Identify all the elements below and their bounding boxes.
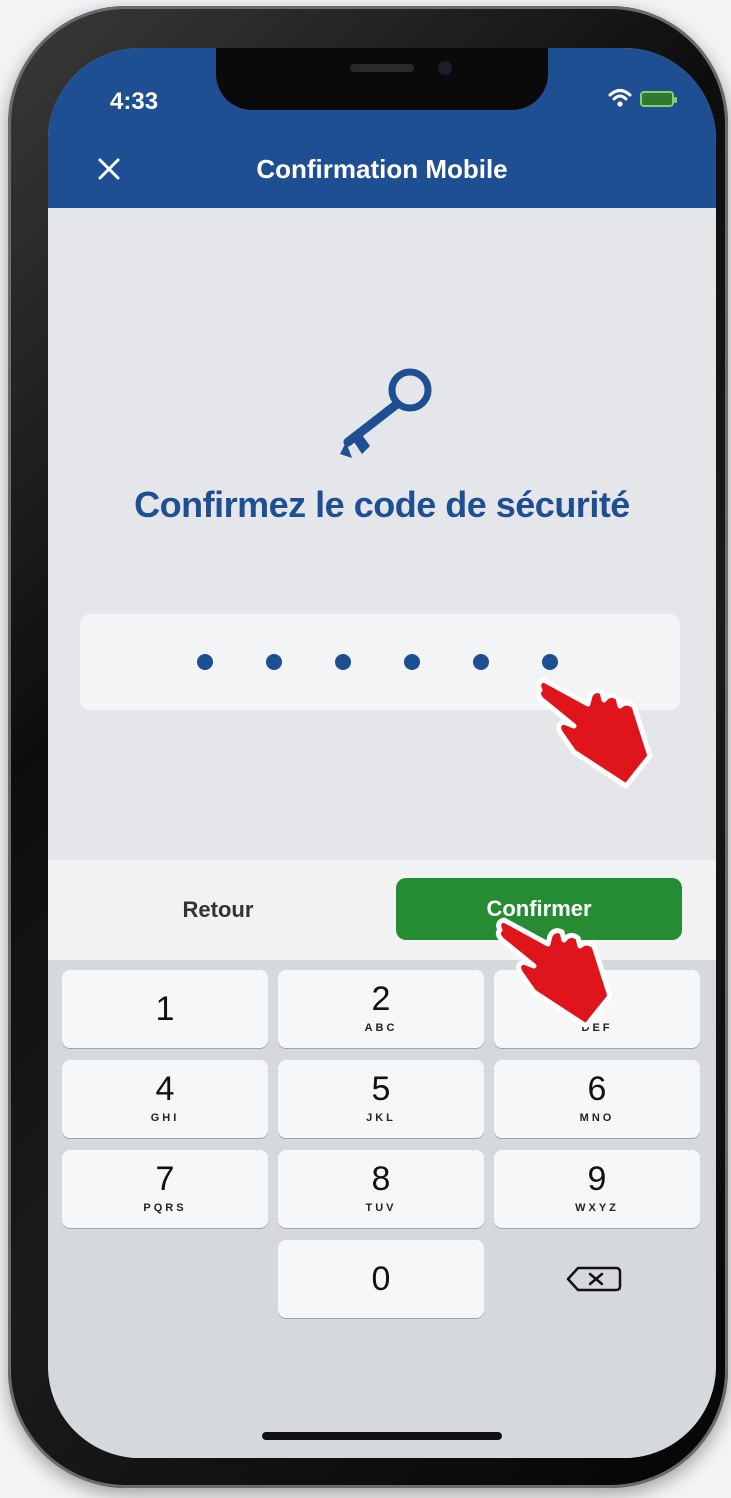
phone-notch	[216, 48, 548, 110]
hand-pointer-icon	[535, 677, 653, 789]
numeric-keypad: 1 2 ABC 3 DEF 4 GHI 5 JKL 6 MNO	[48, 960, 716, 1458]
key-letters: WXYZ	[575, 1202, 619, 1214]
front-camera	[438, 61, 452, 75]
keypad-key-9[interactable]: 9 WXYZ	[494, 1150, 700, 1228]
app-header: 4:33 Confirmation Mobile	[48, 48, 716, 208]
keypad-key-8[interactable]: 8 TUV	[278, 1150, 484, 1228]
key-letters: TUV	[365, 1202, 397, 1214]
status-time: 4:33	[110, 88, 159, 115]
key-digit: 5	[371, 1070, 391, 1108]
key-digit: 4	[155, 1070, 175, 1108]
page-title: Confirmation Mobile	[256, 154, 508, 184]
key-digit: 8	[371, 1160, 391, 1198]
keypad-key-5[interactable]: 5 JKL	[278, 1060, 484, 1138]
keypad-key-4[interactable]: 4 GHI	[62, 1060, 268, 1138]
key-digit: 6	[587, 1070, 607, 1108]
code-dot	[404, 654, 420, 670]
hand-pointer-icon	[495, 917, 613, 1029]
keypad-key-6[interactable]: 6 MNO	[494, 1060, 700, 1138]
keypad-backspace-key[interactable]	[494, 1240, 700, 1318]
key-letters: MNO	[579, 1112, 615, 1124]
keypad-key-7[interactable]: 7 PQRS	[62, 1150, 268, 1228]
code-dot	[335, 654, 351, 670]
key-letters: GHI	[150, 1112, 180, 1124]
key-digit: 0	[371, 1260, 391, 1298]
speaker-grille	[350, 64, 414, 72]
key-digit: 1	[155, 990, 175, 1028]
key-letters: JKL	[366, 1112, 396, 1124]
key-icon	[340, 368, 432, 458]
key-digit: 9	[587, 1160, 607, 1198]
back-button[interactable]: Retour	[108, 882, 328, 938]
home-indicator	[262, 1432, 502, 1440]
security-code-heading: Confirmez le code de sécurité	[134, 484, 630, 525]
key-digit: 2	[371, 980, 391, 1018]
wifi-icon	[608, 89, 632, 107]
key-letters: ABC	[364, 1022, 398, 1034]
code-dot	[473, 654, 489, 670]
backspace-icon	[566, 1266, 622, 1292]
keypad-key-1[interactable]: 1	[62, 970, 268, 1048]
battery-icon	[640, 91, 677, 107]
code-dot	[197, 654, 213, 670]
keypad-key-0[interactable]: 0	[278, 1240, 484, 1318]
key-letters: PQRS	[143, 1202, 187, 1214]
keypad-key-2[interactable]: 2 ABC	[278, 970, 484, 1048]
code-dot	[266, 654, 282, 670]
key-digit: 7	[155, 1160, 175, 1198]
